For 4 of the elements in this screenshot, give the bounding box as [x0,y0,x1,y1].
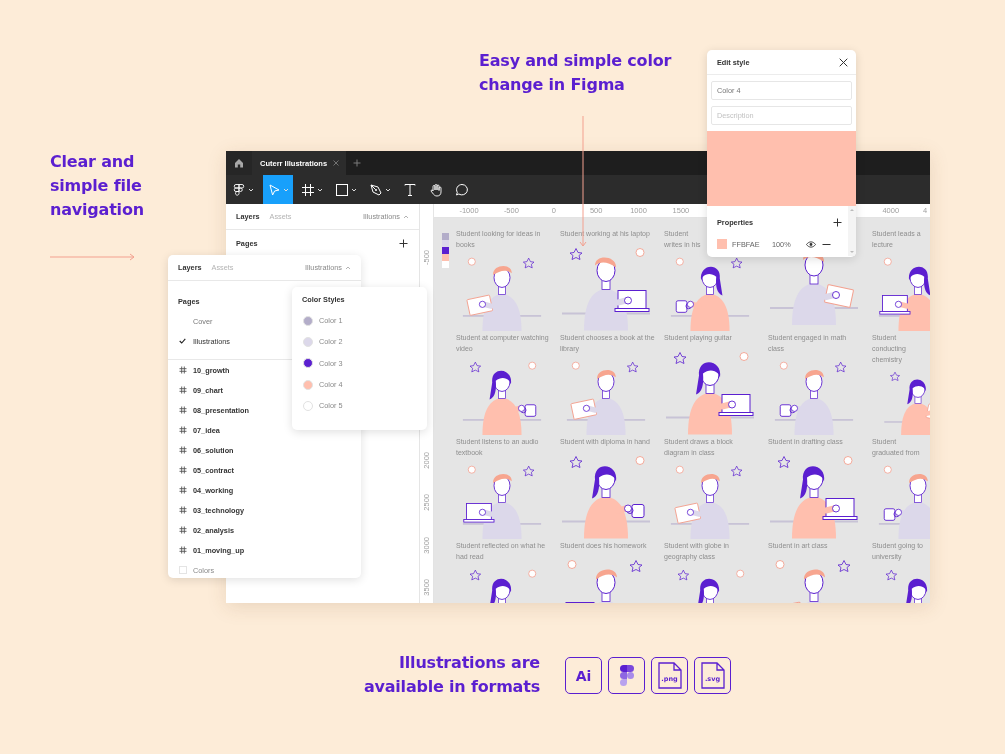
headline: Easy and simple color change in Figma [479,50,673,96]
format-label: Ai [575,667,592,684]
headline: Illustrations are available in formats [362,652,540,698]
headline: Clear and simple file navigation [50,151,145,221]
